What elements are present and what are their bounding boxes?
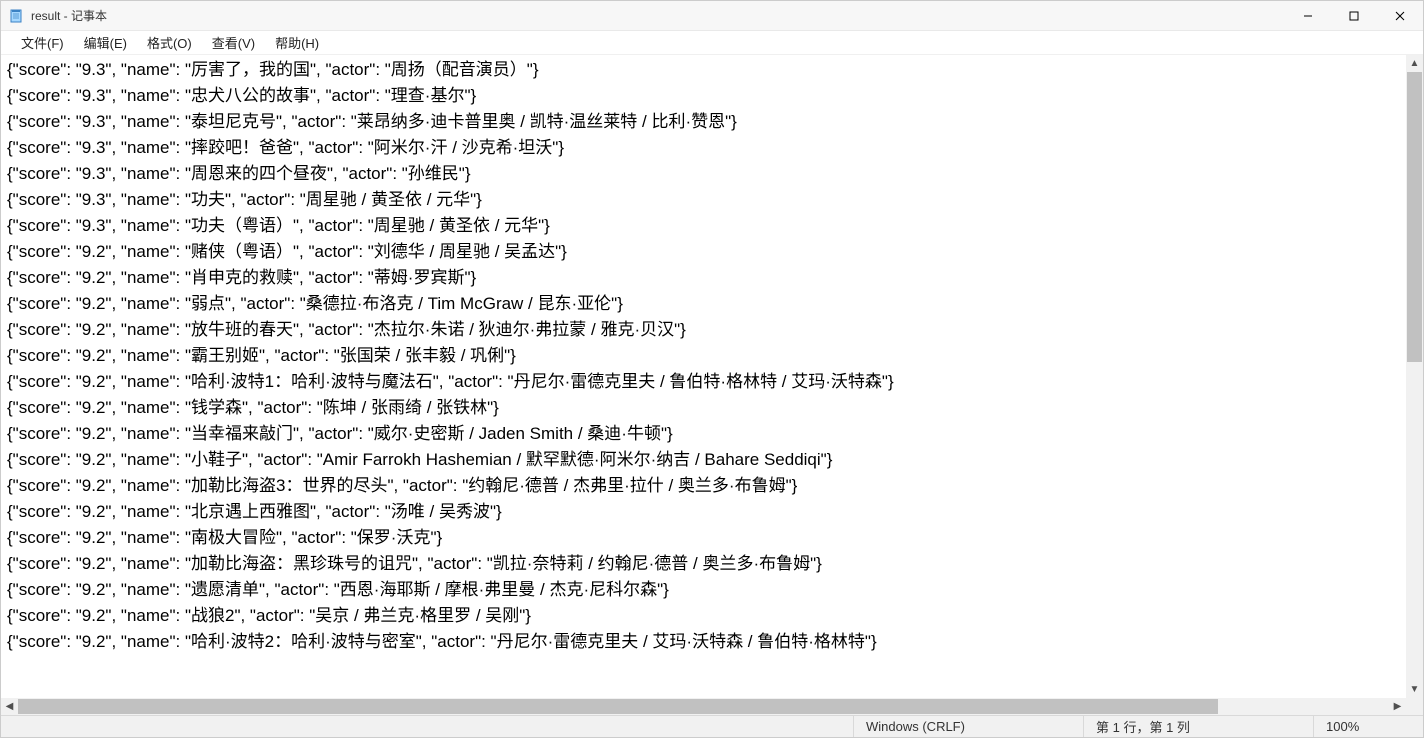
menu-format[interactable]: 格式(O): [137, 31, 202, 54]
maximize-button[interactable]: [1331, 1, 1377, 30]
notepad-window: result - 记事本 文件(F) 编辑(E) 格式(O) 查看(V) 帮助(…: [0, 0, 1424, 738]
content-wrapper: {"score": "9.3", "name": "厉害了，我的国", "act…: [1, 55, 1423, 698]
scroll-down-button[interactable]: ▼: [1406, 681, 1423, 698]
menu-help[interactable]: 帮助(H): [265, 31, 329, 54]
scroll-right-button[interactable]: ▶: [1389, 698, 1406, 715]
status-line-ending: Windows (CRLF): [853, 716, 1083, 737]
window-controls: [1285, 1, 1423, 30]
close-button[interactable]: [1377, 1, 1423, 30]
vertical-scrollbar[interactable]: ▲ ▼: [1406, 55, 1423, 698]
menu-edit[interactable]: 编辑(E): [74, 31, 137, 54]
menubar: 文件(F) 编辑(E) 格式(O) 查看(V) 帮助(H): [1, 31, 1423, 55]
minimize-button[interactable]: [1285, 1, 1331, 30]
scrollbar-corner: [1406, 698, 1423, 715]
horizontal-scrollbar-thumb[interactable]: [18, 699, 1218, 714]
scroll-left-button[interactable]: ◀: [1, 698, 18, 715]
titlebar-left: result - 记事本: [9, 7, 107, 24]
notepad-icon: [9, 8, 25, 24]
menu-view[interactable]: 查看(V): [202, 31, 265, 54]
menu-file[interactable]: 文件(F): [11, 31, 74, 54]
text-area[interactable]: {"score": "9.3", "name": "厉害了，我的国", "act…: [1, 55, 1406, 698]
statusbar: Windows (CRLF) 第 1 行，第 1 列 100%: [1, 715, 1423, 737]
status-zoom: 100%: [1313, 716, 1423, 737]
scroll-up-button[interactable]: ▲: [1406, 55, 1423, 72]
horizontal-scrollbar[interactable]: ◀ ▶: [1, 698, 1423, 715]
status-cursor-position: 第 1 行，第 1 列: [1083, 716, 1313, 737]
titlebar: result - 记事本: [1, 1, 1423, 31]
window-title: result - 记事本: [31, 7, 107, 24]
vertical-scrollbar-thumb[interactable]: [1407, 72, 1422, 362]
